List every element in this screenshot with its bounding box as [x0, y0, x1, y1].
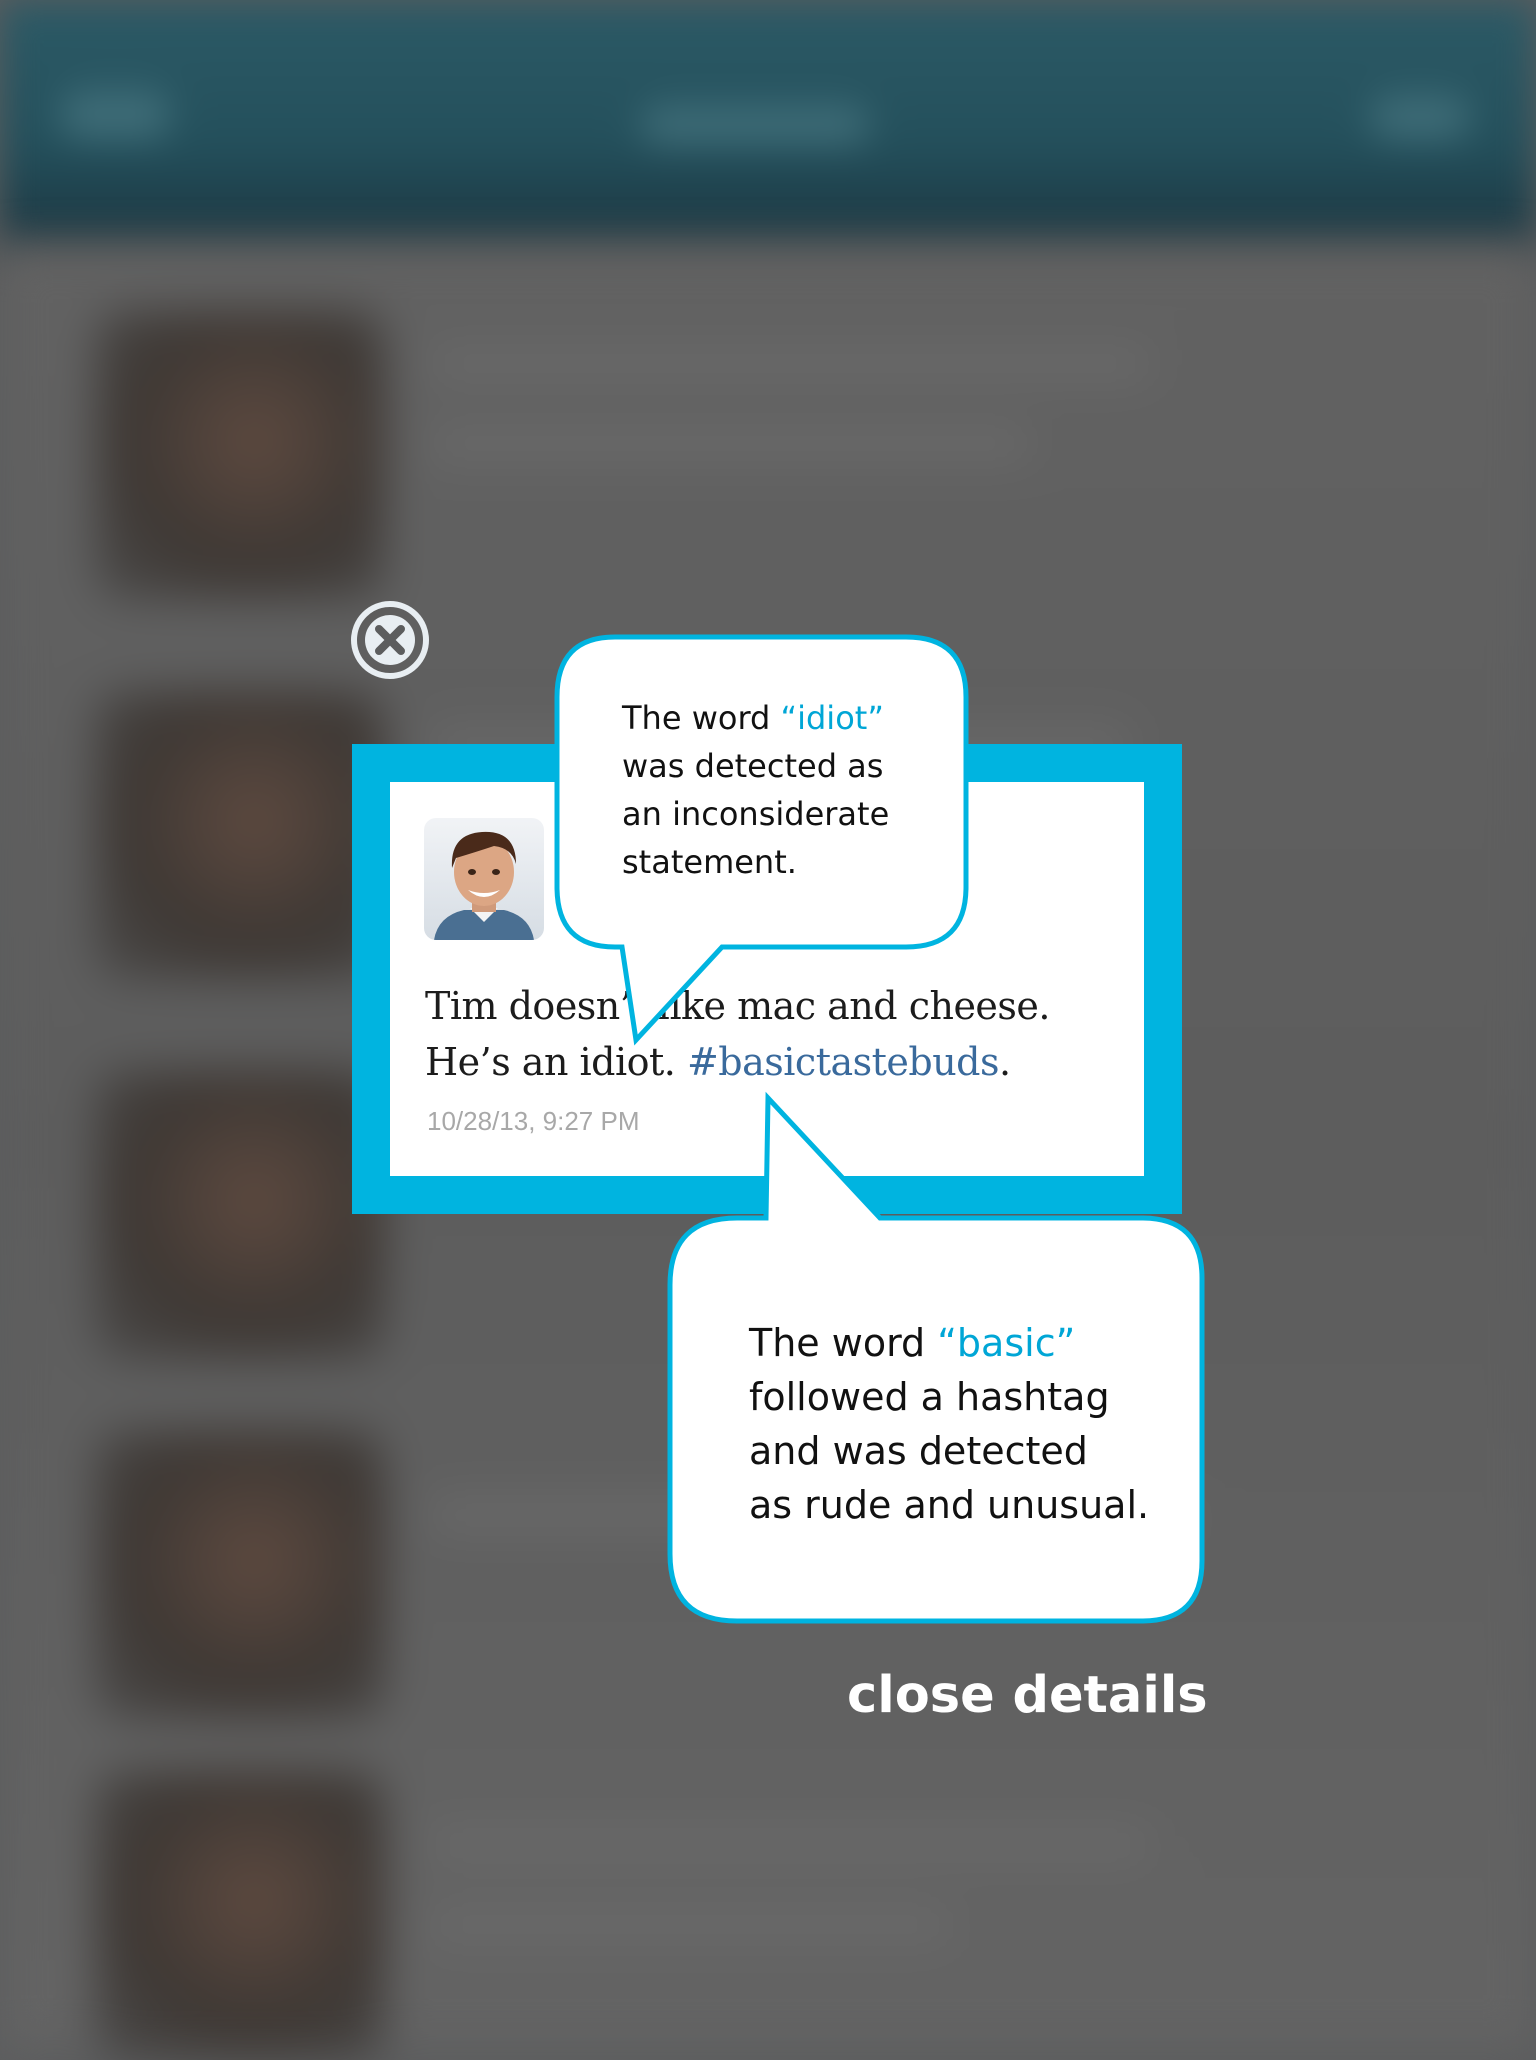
- callout-bottom-line-1: The word “basic”: [749, 1316, 1149, 1370]
- callout-top-line-4: statement.: [622, 843, 797, 881]
- callout-bottom-highlight: “basic”: [937, 1321, 1076, 1365]
- callout-bottom-line-3: and was detected: [749, 1429, 1088, 1473]
- callout-top-line-1: The word “idiot”: [622, 694, 889, 742]
- callout-top-text: The word “idiot” was detected as an inco…: [622, 694, 889, 886]
- callout-top-line-2: was detected as: [622, 747, 884, 785]
- callout-bottom-line-2: followed a hashtag: [749, 1375, 1110, 1419]
- callout-bottom-prefix: The word: [749, 1321, 938, 1365]
- close-details-button[interactable]: close details: [847, 1666, 1208, 1725]
- callout-bubbles: [554, 634, 1205, 1624]
- callout-top-highlight: “idiot”: [780, 699, 884, 737]
- callout-top-line-3: an inconsiderate: [622, 795, 890, 833]
- callout-top-prefix: The word: [622, 699, 781, 737]
- callout-bottom-line-4: as rude and unusual.: [749, 1483, 1150, 1527]
- callout-bottom-text: The word “basic” followed a hashtag and …: [749, 1316, 1149, 1532]
